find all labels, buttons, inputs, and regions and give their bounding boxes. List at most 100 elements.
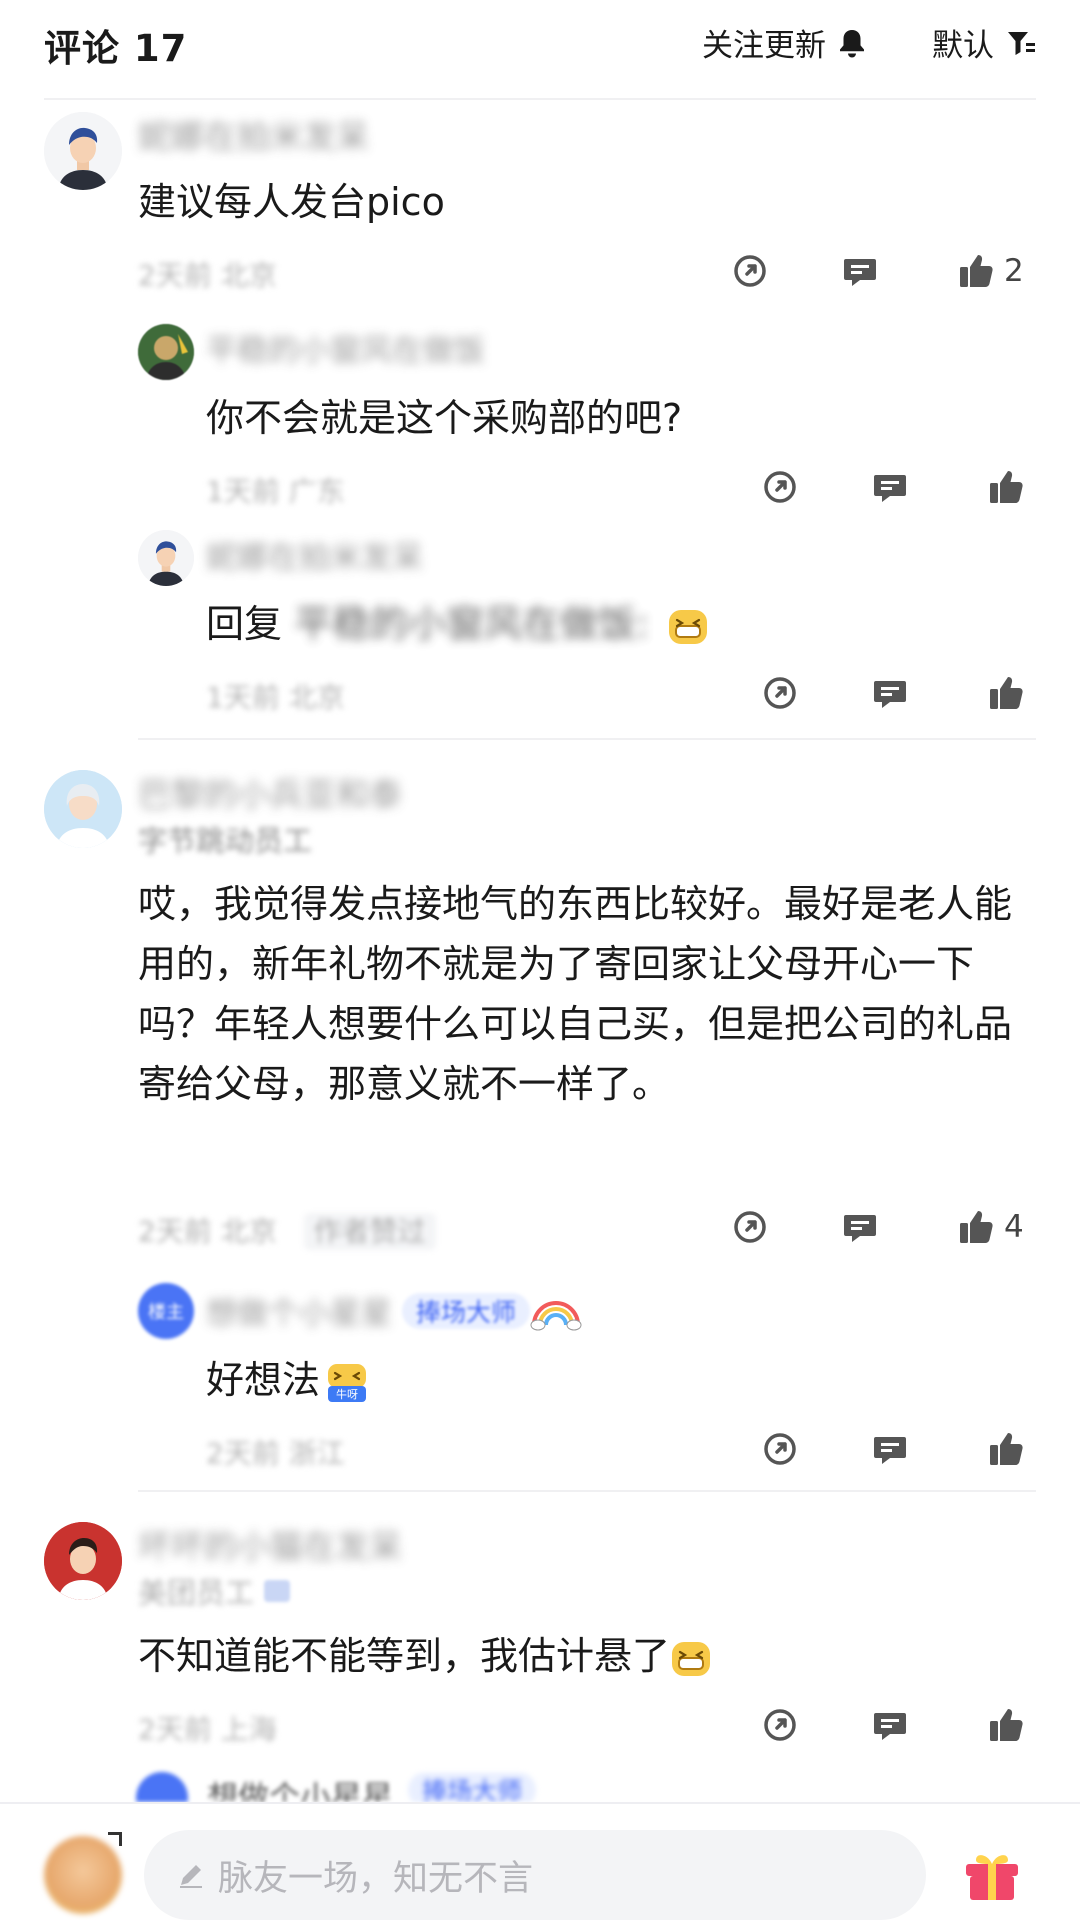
comment-icon [874,681,906,708]
rainbow-badge-icon [530,1300,582,1330]
comment-icon [874,475,906,502]
thumbs-up-icon [960,1211,993,1243]
grin-emoji-icon [669,609,708,644]
reply-meta: 1天前 北京 [206,681,345,714]
reply-peek: 想做个小星星 捧场大师 [136,1772,656,1802]
replier-name[interactable]: 妮娜在拍米发呆 [206,532,423,577]
share-button[interactable] [760,669,800,717]
comment-input-placeholder: 脉友一场，知无不言 [218,1858,534,1899]
sort-button[interactable]: 默认 [932,20,1036,65]
like-button[interactable] [986,1701,1026,1749]
avatar[interactable] [44,770,122,848]
reply-button[interactable] [870,669,910,717]
comments-title: 评论 17 [44,27,188,70]
reply-target[interactable]: 平稳的小窗风在做饭: [294,602,649,646]
like-button[interactable] [986,1425,1026,1473]
cheer-master-badge: 捧场大师 [402,1292,531,1329]
share-button[interactable] [730,247,770,295]
share-icon [734,255,766,287]
reply-button[interactable] [870,1701,910,1749]
like-button[interactable] [986,463,1026,511]
share-button[interactable] [730,1203,770,1251]
niu-emoji-label: 牛呀 [336,1387,358,1401]
comment-actions: 2 [730,247,1040,295]
like-count: 4 [1004,1209,1024,1245]
share-icon [764,471,796,503]
reply-meta: 1天前 广东 [206,475,345,508]
comment-meta: 2天前 北京 作者赞过 [138,1210,436,1250]
comment-time-location: 2天前 北京 [138,1215,277,1248]
thumbs-up-icon [990,677,1023,709]
thumbs-up-icon [960,255,993,287]
header-divider [44,98,1036,100]
reply-button[interactable] [840,247,880,295]
comment-icon [844,1215,876,1242]
header-bar: 评论 17 关注更新 默认 [0,0,1080,100]
replier-name[interactable]: 想做个小星星 [206,1288,392,1333]
replier-name: 想做个小星星 [207,1780,394,1802]
reply-actions [760,1425,1040,1473]
comment-content: 不知道能不能等到，我估计悬了 [138,1634,671,1678]
gift-icon[interactable] [960,1842,1024,1906]
commenter-title-row: 美团员工 [138,1570,291,1612]
share-button[interactable] [760,1425,800,1473]
share-icon [764,1709,796,1741]
share-button[interactable] [760,1701,800,1749]
verified-icon [264,1580,291,1602]
like-button[interactable]: 2 [956,247,1024,295]
avatar[interactable] [44,112,122,190]
replier-name[interactable]: 平稳的小窗风在做饭 [206,325,485,370]
share-icon [734,1211,766,1243]
share-button[interactable] [760,463,800,511]
reply-button[interactable] [870,1425,910,1473]
reply-content: 好想法 [206,1358,321,1402]
comment-icon [874,1437,906,1464]
like-button[interactable] [986,669,1026,717]
comment-input-bar: 脉友一场，知无不言 [0,1802,1080,1920]
like-button[interactable]: 4 [956,1203,1024,1251]
comment-meta: 2天前 北京 [138,259,277,292]
commenter-name[interactable]: 巴黎的小兵亚和泰 [138,768,402,816]
reply-button[interactable] [870,463,910,511]
my-avatar[interactable] [44,1836,122,1914]
replier-header: 想做个小星星 捧场大师 [206,1288,582,1333]
reply-actions [760,669,1040,717]
avatar[interactable] [138,324,194,380]
avatar[interactable] [138,530,194,586]
reply-actions [760,463,1040,511]
share-icon [764,677,796,709]
comment-divider [138,1490,1036,1492]
sort-label: 默认 [932,28,994,64]
commenter-name[interactable]: 坏坏的小猫在发呆 [138,1520,402,1568]
reply-button[interactable] [840,1203,880,1251]
follow-updates-label: 关注更新 [702,28,826,64]
comment-divider [138,738,1036,740]
cheer-master-badge: 捧场大师 [408,1772,537,1802]
grin-emoji-icon [672,1641,711,1676]
comment-actions [760,1701,1040,1749]
commenter-title: 字节跳动员工 [138,824,313,858]
bell-icon [840,29,864,57]
avatar[interactable] [44,1522,122,1600]
comment-meta: 2天前 上海 [138,1713,277,1746]
comment-input[interactable]: 脉友一场，知无不言 [144,1830,926,1920]
author-liked-tag: 作者赞过 [303,1213,436,1250]
avatar-corner-mark [108,1832,122,1846]
landlord-avatar [136,1772,188,1802]
commenter-name[interactable]: 妮娜在拍米发呆 [138,110,369,158]
comment-text: 不知道能不能等到，我估计悬了 [138,1626,1018,1686]
reply-prefix: 回复 [206,602,283,646]
commenter-title: 美团员工 [138,1576,255,1610]
comment-actions: 4 [730,1203,1040,1251]
niu-emoji-icon: 牛呀 [328,1363,367,1402]
landlord-avatar[interactable]: 楼主 [138,1283,194,1339]
follow-updates-button[interactable]: 关注更新 [702,20,866,65]
comment-text: 建议每人发台pico [138,180,445,224]
thumbs-up-icon [990,1433,1023,1465]
reply-text: 你不会就是这个采购部的吧? [206,396,683,440]
pen-icon [180,1865,202,1888]
thumbs-up-icon [990,1709,1023,1741]
reply-meta: 2天前 浙江 [206,1437,345,1470]
comment-icon [844,259,876,286]
reply-text: 回复 平稳的小窗风在做饭: [206,594,1036,654]
